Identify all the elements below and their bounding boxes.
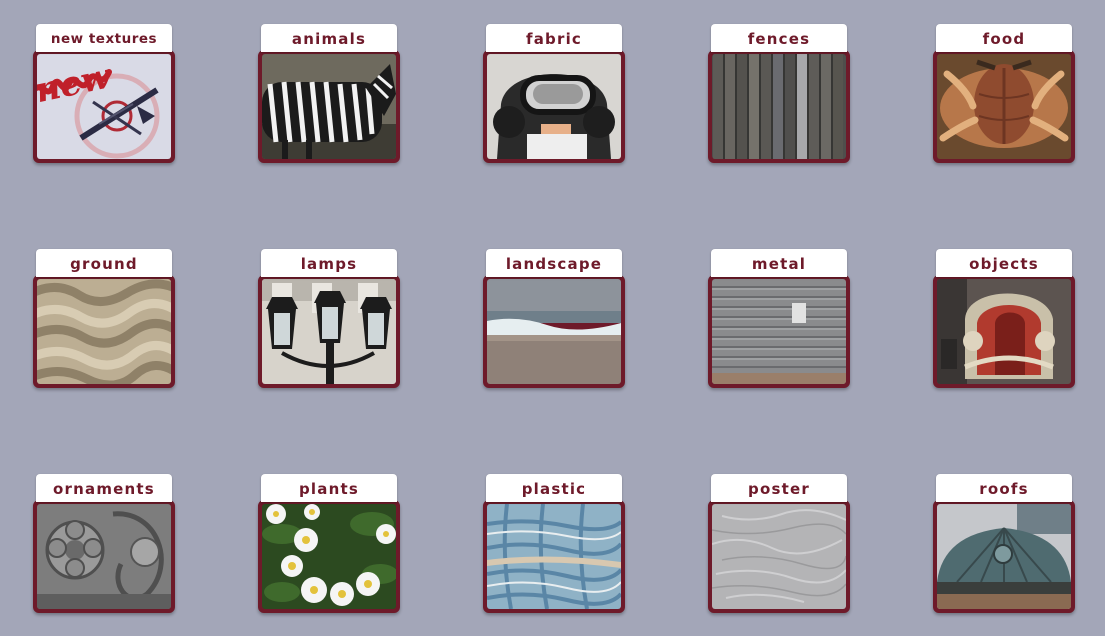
- category-tile-lamps[interactable]: lamps: [258, 249, 400, 388]
- category-label: ground: [70, 255, 138, 273]
- category-thumbnail-frame[interactable]: new: [33, 50, 175, 163]
- category-tile-poster[interactable]: poster: [708, 474, 850, 613]
- category-tab[interactable]: roofs: [936, 474, 1072, 502]
- category-label: objects: [969, 255, 1039, 273]
- category-tile-plants[interactable]: plants: [258, 474, 400, 613]
- category-thumbnail-poster[interactable]: [712, 504, 846, 609]
- category-tile-plastic[interactable]: plastic: [483, 474, 625, 613]
- category-tab[interactable]: plants: [261, 474, 397, 502]
- category-thumbnail-roofs[interactable]: [937, 504, 1071, 609]
- category-thumbnail-fences[interactable]: [712, 54, 846, 159]
- category-thumbnail-plastic[interactable]: [487, 504, 621, 609]
- category-grid: new new textures animals fabric fences f…: [0, 0, 1105, 636]
- category-tab[interactable]: food: [936, 24, 1072, 52]
- category-tab[interactable]: metal: [711, 249, 847, 277]
- category-thumbnail-ornaments[interactable]: [37, 504, 171, 609]
- category-label: lamps: [300, 255, 358, 273]
- category-thumbnail-ground[interactable]: [37, 279, 171, 384]
- svg-text:new: new: [37, 56, 116, 111]
- category-thumbnail-frame[interactable]: [258, 500, 400, 613]
- category-tab[interactable]: plastic: [486, 474, 622, 502]
- category-label: plants: [299, 480, 359, 498]
- category-thumbnail-frame[interactable]: [483, 275, 625, 388]
- category-thumbnail-frame[interactable]: [933, 500, 1075, 613]
- category-thumbnail-frame[interactable]: [708, 275, 850, 388]
- category-tab[interactable]: fabric: [486, 24, 622, 52]
- category-label: animals: [291, 30, 367, 48]
- category-tile-fabric[interactable]: fabric: [483, 24, 625, 163]
- category-thumbnail-objects[interactable]: [937, 279, 1071, 384]
- category-tile-roofs[interactable]: roofs: [933, 474, 1075, 613]
- category-tab[interactable]: ornaments: [36, 474, 172, 502]
- category-label: landscape: [505, 255, 603, 273]
- category-tile-ornaments[interactable]: ornaments: [33, 474, 175, 613]
- category-tab[interactable]: objects: [936, 249, 1072, 277]
- category-tile-metal[interactable]: metal: [708, 249, 850, 388]
- category-label: fences: [747, 30, 811, 48]
- category-tab[interactable]: poster: [711, 474, 847, 502]
- category-thumbnail-frame[interactable]: [258, 50, 400, 163]
- category-tile-food[interactable]: food: [933, 24, 1075, 163]
- category-thumbnail-metal[interactable]: [712, 279, 846, 384]
- category-tile-ground[interactable]: ground: [33, 249, 175, 388]
- category-thumbnail-lamps[interactable]: [262, 279, 396, 384]
- category-tile-animals[interactable]: animals: [258, 24, 400, 163]
- category-tab[interactable]: landscape: [486, 249, 622, 277]
- category-label: ornaments: [53, 480, 155, 498]
- category-label: plastic: [521, 480, 587, 498]
- category-thumbnail-frame[interactable]: [258, 275, 400, 388]
- category-label: roofs: [979, 480, 1029, 498]
- category-tile-objects[interactable]: objects: [933, 249, 1075, 388]
- category-tab[interactable]: animals: [261, 24, 397, 52]
- category-label: poster: [748, 480, 810, 498]
- category-label: metal: [751, 255, 807, 273]
- category-thumbnail-frame[interactable]: [33, 275, 175, 388]
- category-tile-landscape[interactable]: landscape: [483, 249, 625, 388]
- category-thumbnail-frame[interactable]: [933, 50, 1075, 163]
- category-thumbnail-frame[interactable]: [483, 50, 625, 163]
- category-label: food: [982, 30, 1026, 48]
- category-tile-fences[interactable]: fences: [708, 24, 850, 163]
- category-label: fabric: [525, 30, 583, 48]
- category-thumbnail-frame[interactable]: [483, 500, 625, 613]
- new-badge-icon: new: [37, 56, 116, 111]
- category-thumbnail-landscape[interactable]: [487, 279, 621, 384]
- category-thumbnail-plants[interactable]: [262, 504, 396, 609]
- category-tab[interactable]: fences: [711, 24, 847, 52]
- category-thumbnail-frame[interactable]: [708, 500, 850, 613]
- category-tab[interactable]: ground: [36, 249, 172, 277]
- category-thumbnail-food[interactable]: [937, 54, 1071, 159]
- category-thumbnail-animals[interactable]: [262, 54, 396, 159]
- category-thumbnail-fabric[interactable]: [487, 54, 621, 159]
- category-thumbnail-frame[interactable]: [933, 275, 1075, 388]
- category-tab[interactable]: new textures: [36, 24, 172, 52]
- category-tab[interactable]: lamps: [261, 249, 397, 277]
- category-tile-new-textures[interactable]: new new textures: [33, 24, 175, 163]
- category-thumbnail-frame[interactable]: [708, 50, 850, 163]
- category-thumbnail-new-textures[interactable]: new: [37, 54, 171, 159]
- category-thumbnail-frame[interactable]: [33, 500, 175, 613]
- category-label: new textures: [50, 31, 158, 47]
